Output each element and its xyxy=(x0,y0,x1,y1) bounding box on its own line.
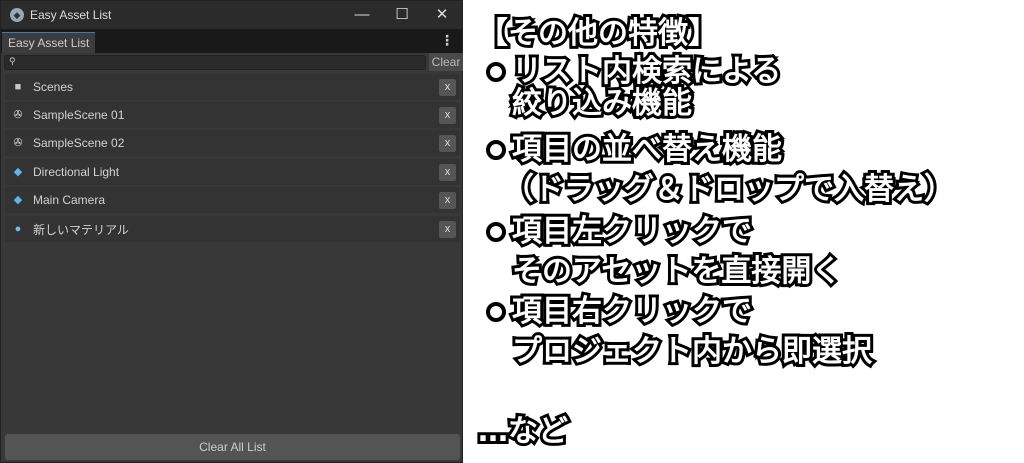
list-item[interactable]: ● 新しいマテリアル x xyxy=(5,216,460,242)
list-item[interactable]: ◆ Main Camera x xyxy=(5,187,460,213)
bullet-icon xyxy=(486,302,506,322)
close-button[interactable]: ✕ xyxy=(422,1,462,29)
remove-item-button[interactable]: x xyxy=(439,78,456,96)
remove-item-button[interactable]: x xyxy=(439,220,456,238)
feature-line: 項目の並べ替え機能 xyxy=(509,131,785,169)
clear-all-list-button[interactable]: Clear All List xyxy=(5,434,460,460)
feature-line: （ドラッグ＆ドロップで入替え） xyxy=(501,171,957,209)
list-item[interactable]: ✇ SampleScene 01 x xyxy=(5,102,460,128)
feature-line: 絞り込み機能 xyxy=(509,85,695,123)
item-label: Main Camera xyxy=(33,193,106,207)
feature-line: リスト内検索による xyxy=(509,53,784,91)
feature-line: そのアセットを直接開く xyxy=(509,253,844,291)
remove-item-button[interactable]: x xyxy=(439,191,456,209)
list-item[interactable]: ◆ Directional Light x xyxy=(5,159,460,185)
minimize-button[interactable]: — xyxy=(342,1,382,29)
feature-line: 項目左クリックで xyxy=(509,213,755,251)
feature-line: プロジェクト内から即選択 xyxy=(509,333,875,371)
search-icon: ⚲ xyxy=(9,56,16,66)
item-label: SampleScene 01 xyxy=(33,108,125,122)
search-input[interactable]: ⚲ xyxy=(4,55,426,70)
maximize-button[interactable]: ☐ xyxy=(382,1,422,29)
remove-item-button[interactable]: x xyxy=(439,163,456,181)
tab-bar: Easy Asset List ⋮ xyxy=(1,29,462,53)
clear-search-button[interactable]: Clear xyxy=(429,53,463,71)
item-label: Directional Light xyxy=(33,165,120,179)
features-footer: …など xyxy=(475,413,571,451)
unity-scene-icon: ✇ xyxy=(13,109,23,121)
prefab-cube-icon: ◆ xyxy=(13,166,23,178)
item-label: SampleScene 02 xyxy=(33,136,125,150)
prefab-cube-icon: ◆ xyxy=(13,194,23,206)
unity-scene-icon: ✇ xyxy=(13,137,23,149)
item-label: Scenes xyxy=(33,80,74,94)
remove-item-button[interactable]: x xyxy=(439,106,456,124)
item-label: 新しいマテリアル xyxy=(33,222,129,237)
remove-item-button[interactable]: x xyxy=(439,134,456,152)
window-title: Easy Asset List xyxy=(30,8,112,22)
bullet-icon xyxy=(486,222,506,242)
folder-icon: ■ xyxy=(14,81,22,93)
list-item[interactable]: ■ Scenes x xyxy=(5,74,460,100)
bullet-icon xyxy=(486,140,506,160)
features-title: 【その他の特徴】 xyxy=(475,15,721,53)
easy-asset-list-window: ◆ Easy Asset List — ☐ ✕ Easy Asset List … xyxy=(0,0,463,463)
bullet-icon xyxy=(486,62,506,82)
more-options-icon[interactable]: ⋮ xyxy=(440,32,454,49)
feature-line: 項目右クリックで xyxy=(509,293,755,331)
list-item[interactable]: ✇ SampleScene 02 x xyxy=(5,130,460,156)
title-bar: ◆ Easy Asset List — ☐ ✕ xyxy=(1,1,462,29)
unity-logo-icon: ◆ xyxy=(10,8,24,22)
material-sphere-icon: ● xyxy=(14,223,22,235)
tab-easy-asset-list[interactable]: Easy Asset List xyxy=(2,32,96,53)
